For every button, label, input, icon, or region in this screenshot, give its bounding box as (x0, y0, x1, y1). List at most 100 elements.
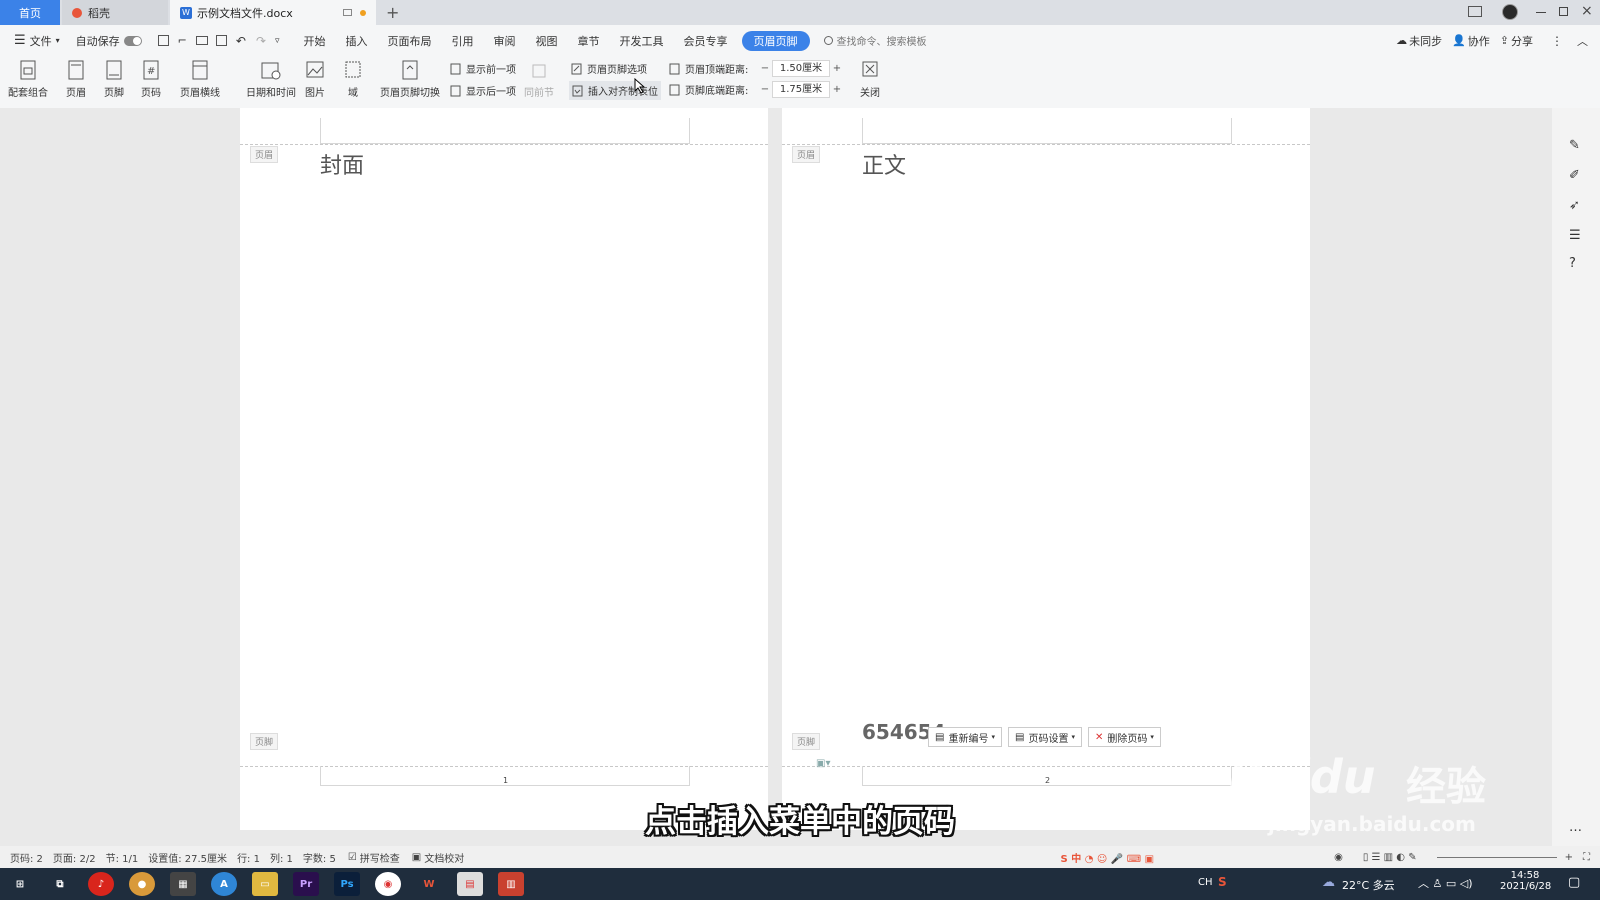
sliders-icon[interactable]: ☰ (1569, 228, 1581, 243)
command-search-input[interactable]: 查找命令、搜索模板 (837, 33, 927, 48)
spell-check-button[interactable]: 拼写检查 (360, 850, 400, 865)
zoom-in-icon[interactable]: + (1565, 852, 1573, 863)
renumber-button[interactable]: ▤ 重新编号 ▾ (928, 727, 1002, 747)
zoom-slider[interactable] (1436, 856, 1557, 858)
view-mode-icon[interactable]: ▯ ☰ ▥ ◐ ✎ (1363, 852, 1417, 863)
style-icon[interactable]: ✎ (1569, 138, 1580, 153)
wps-icon[interactable]: W (416, 872, 442, 896)
footer-bottom-distance-input[interactable]: 1.75厘米 (772, 81, 830, 98)
windows-start-icon[interactable]: ⊞ (7, 872, 33, 896)
more-icon[interactable]: … (1569, 820, 1582, 835)
tab-daoke[interactable]: 稻壳 (62, 0, 168, 25)
clock[interactable]: 14:58 2021/6/28 (1500, 870, 1551, 892)
tab-document[interactable]: W 示例文档文件.docx (170, 0, 376, 25)
page-number-settings-button[interactable]: ▤ 页码设置 ▾ (1008, 727, 1082, 747)
restore-icon[interactable] (1559, 7, 1568, 16)
page-cover[interactable]: 页眉 封面 页脚 1 (240, 108, 768, 830)
close-header-footer-button[interactable]: 关闭 (860, 59, 880, 99)
proofread-button[interactable]: 文档校对 (424, 850, 464, 865)
hamburger-icon[interactable]: ☰ (14, 33, 26, 48)
fullscreen-icon[interactable]: ⛶ (1583, 852, 1590, 863)
netease-music-icon[interactable]: ♪ (88, 872, 114, 896)
header-top-distance-input[interactable]: 1.50厘米 (772, 60, 830, 77)
delete-page-number-button[interactable]: ✕ 删除页码 ▾ (1088, 727, 1161, 747)
minimize-icon[interactable] (1536, 12, 1546, 13)
menu-tab-6[interactable]: 章节 (578, 33, 600, 49)
redo-icon[interactable]: ↷ (256, 34, 266, 48)
layout-icon[interactable] (1468, 6, 1482, 17)
header-line-button[interactable]: 页眉横线 (180, 59, 220, 99)
file-explorer-icon[interactable]: ▭ (252, 872, 278, 896)
app-grid-icon[interactable]: ▦ (170, 872, 196, 896)
group-combo-button[interactable]: 配套组合 (8, 59, 48, 99)
save-icon[interactable] (157, 35, 169, 46)
decrement-icon[interactable]: − (758, 63, 772, 74)
status-setting[interactable]: 设置值: 27.5厘米 (148, 850, 227, 865)
collab-button[interactable]: 协作 (1468, 33, 1490, 49)
monitor-icon[interactable] (343, 9, 352, 16)
close-window-icon[interactable]: × (1581, 3, 1593, 19)
sogou-tray-icon[interactable]: S (1218, 875, 1227, 889)
page-body[interactable]: 页眉 正文 页脚 654654 ▤ 重新编号 ▾ ▤ 页码设置 ▾ ✕ 删除页码 ▾ ▣▾ … (782, 108, 1310, 830)
tab-header-footer[interactable]: 页眉页脚 (741, 30, 810, 51)
paste-options-icon[interactable]: ▣▾ (816, 758, 830, 769)
footer-bottom-distance-stepper[interactable]: − 1.75厘米 + (758, 81, 844, 98)
status-words[interactable]: 字数: 5 (303, 850, 336, 865)
app-pdf-icon[interactable]: ▤ (457, 872, 483, 896)
header-top-distance-stepper[interactable]: − 1.50厘米 + (758, 60, 844, 77)
app-a-icon[interactable]: A (211, 872, 237, 896)
chrome-icon[interactable]: ◉ (375, 872, 401, 896)
task-view-icon[interactable]: ⧉ (47, 872, 73, 896)
status-pages[interactable]: 页面: 2/2 (53, 850, 96, 865)
header-button[interactable]: 页眉 (66, 59, 86, 99)
picture-button[interactable]: 图片 (305, 59, 325, 99)
footer-button[interactable]: 页脚 (104, 59, 124, 99)
menu-tab-0[interactable]: 开始 (304, 33, 326, 49)
menu-tab-2[interactable]: 页面布局 (388, 33, 432, 49)
customize-icon[interactable]: ▿ (275, 36, 280, 46)
menu-tab-4[interactable]: 审阅 (494, 33, 516, 49)
tray-icons[interactable]: ︿ ♙ ▭ ◁) (1418, 875, 1473, 891)
increment-icon[interactable]: + (830, 84, 844, 95)
ime-sogou-icon[interactable]: S 中 ◔ ☺ 🎤 ⌨ ▣ (1061, 850, 1155, 865)
status-page[interactable]: 页码: 2 (10, 850, 43, 865)
insert-tab-stop-button[interactable]: 插入对齐制表位 (569, 81, 661, 100)
premiere-icon[interactable]: Pr (293, 872, 319, 896)
menu-file[interactable]: 文件 (30, 33, 52, 49)
header-footer-switch-button[interactable]: 页眉页脚切换 (380, 59, 440, 99)
new-tab-plus-icon[interactable]: + (386, 3, 399, 22)
app-slides-icon[interactable]: ▥ (498, 872, 524, 896)
decrement-icon[interactable]: − (758, 84, 772, 95)
show-prev-button[interactable]: 显示前一项 (450, 61, 516, 76)
datetime-button[interactable]: 日期和时间 (246, 59, 296, 99)
select-arrow-icon[interactable]: ➶ (1569, 198, 1580, 213)
print-preview-icon[interactable] (215, 35, 227, 46)
field-button[interactable]: 域 (343, 59, 363, 99)
ime-indicator[interactable]: CH (1198, 877, 1213, 888)
autosave-toggle[interactable] (123, 35, 142, 46)
increment-icon[interactable]: + (830, 63, 844, 74)
share-button[interactable]: 分享 (1511, 33, 1533, 49)
print-icon[interactable] (195, 36, 208, 45)
header-footer-options-button[interactable]: 页眉页脚选项 (571, 61, 647, 76)
menu-tab-5[interactable]: 视图 (536, 33, 558, 49)
tab-home[interactable]: 首页 (0, 0, 60, 25)
menu-tab-3[interactable]: 引用 (452, 33, 474, 49)
header-frame[interactable] (320, 118, 690, 144)
page-number-button[interactable]: # 页码 (141, 59, 161, 99)
pen-icon[interactable]: ✐ (1569, 168, 1580, 183)
help-icon[interactable]: ? (1569, 256, 1576, 271)
more-icon[interactable]: ⋮ (1551, 34, 1563, 48)
show-next-button[interactable]: 显示后一项 (450, 83, 516, 98)
status-section[interactable]: 节: 1/1 (106, 850, 139, 865)
menu-tab-1[interactable]: 插入 (346, 33, 368, 49)
weather-text[interactable]: 22°C 多云 (1342, 877, 1395, 893)
sync-status[interactable]: 未同步 (1409, 33, 1442, 49)
search-icon[interactable] (823, 36, 833, 45)
menu-tab-7[interactable]: 开发工具 (620, 33, 664, 49)
app-avatar-icon[interactable]: ● (129, 872, 155, 896)
same-as-previous-button[interactable]: 同前节 (524, 59, 554, 99)
notification-icon[interactable]: ▢ (1568, 875, 1580, 890)
eye-icon[interactable]: ◉ (1334, 852, 1343, 863)
menu-tab-8[interactable]: 会员专享 (684, 33, 728, 49)
